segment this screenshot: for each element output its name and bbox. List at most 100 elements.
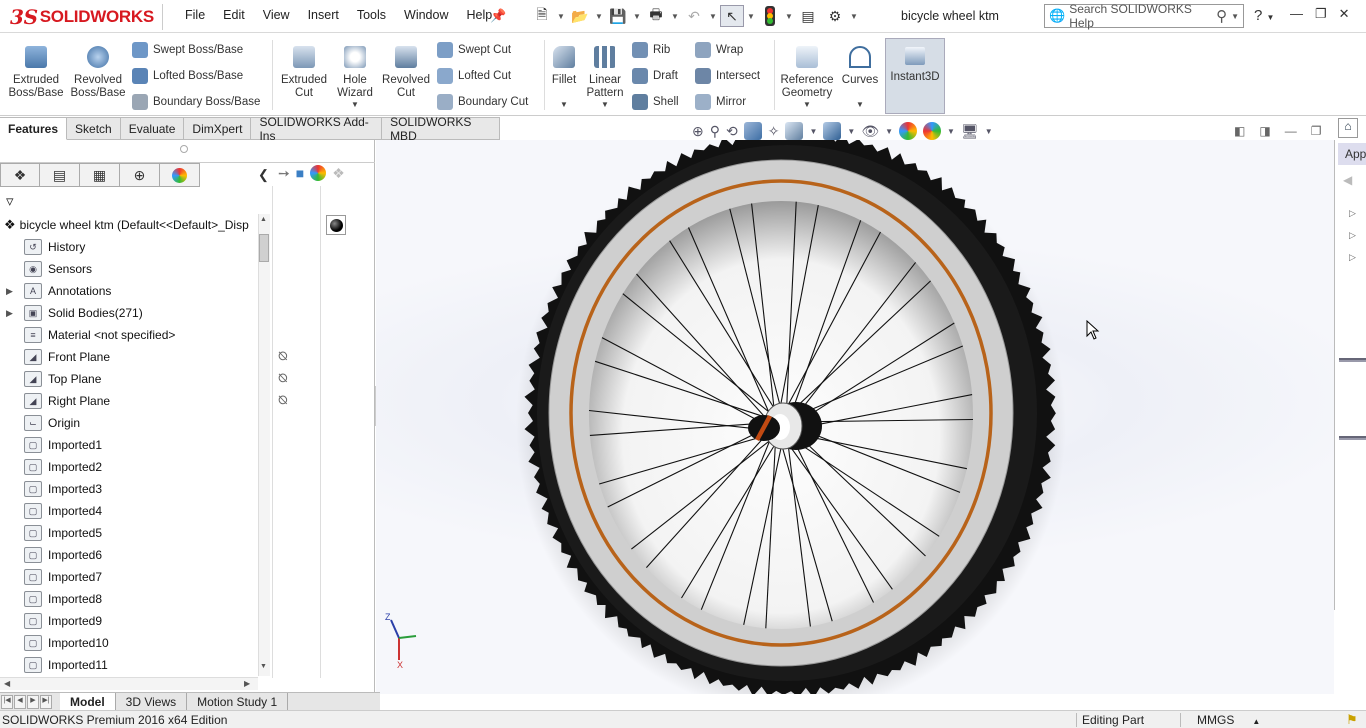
tree-item[interactable]: ▢ Imported9 xyxy=(0,610,258,632)
scroll-right-icon[interactable]: ▶ xyxy=(244,679,250,688)
fillet-button[interactable]: Fillet xyxy=(546,46,582,87)
tree-item[interactable]: ◢ Front Plane xyxy=(0,346,258,368)
search-scope-icon[interactable]: 🌐 xyxy=(1049,8,1065,24)
options-icon[interactable]: ⚙ xyxy=(823,5,847,27)
linear-pattern-button[interactable]: Linear Pattern xyxy=(584,46,626,100)
expand-arrow-icon[interactable]: ▷ xyxy=(1349,252,1356,263)
tree-horizontal-scrollbar[interactable]: ◀ ▶ xyxy=(0,677,258,690)
select-icon[interactable]: ↖ xyxy=(720,5,744,27)
reference-geometry-button[interactable]: Reference Geometry xyxy=(777,46,837,100)
tree-item[interactable]: ▢ Imported10 xyxy=(0,632,258,654)
menu-tools[interactable]: Tools xyxy=(348,8,395,22)
last-tab-icon[interactable]: ▶| xyxy=(40,694,52,709)
rib-button[interactable]: Rib xyxy=(632,40,670,60)
next-tab-icon[interactable]: ▶ xyxy=(27,694,39,709)
chevron-down-icon[interactable]: ▼ xyxy=(671,12,679,21)
dynamic-annotation-icon[interactable]: ✧ xyxy=(768,123,780,140)
menu-file[interactable]: File xyxy=(176,8,214,22)
file-properties-icon[interactable]: ▤ xyxy=(796,5,820,27)
bottom-tab-3d-views[interactable]: 3D Views xyxy=(116,693,188,710)
tree-item[interactable]: ◉ Sensors xyxy=(0,258,258,280)
curves-button[interactable]: Curves xyxy=(838,46,882,87)
search-icon[interactable]: ⚲ xyxy=(1216,7,1227,25)
chevron-down-icon[interactable]: ▼ xyxy=(847,127,855,136)
panel-grip-icon[interactable] xyxy=(180,145,188,153)
tree-item[interactable]: ◢ Top Plane xyxy=(0,368,258,390)
viewport-right-icon[interactable]: ◨ xyxy=(1259,124,1270,138)
expand-arrow-icon[interactable]: ▷ xyxy=(1349,230,1356,241)
chevron-down-icon[interactable]: ▼ xyxy=(947,127,955,136)
prev-tab-icon[interactable]: ◀ xyxy=(14,694,26,709)
feature-manager-tab[interactable]: ❖ xyxy=(0,163,40,187)
viewport-left-icon[interactable]: ◧ xyxy=(1234,124,1245,138)
chevron-down-icon[interactable]: ▼ xyxy=(785,12,793,21)
view-settings-icon[interactable]: 🖥 xyxy=(961,123,979,140)
revolved-boss-button[interactable]: Revolved Boss/Base xyxy=(68,46,128,100)
property-manager-tab[interactable]: ▤ xyxy=(40,163,80,187)
menu-insert[interactable]: Insert xyxy=(299,8,348,22)
tree-item[interactable]: ▢ Imported4 xyxy=(0,500,258,522)
chevron-down-icon[interactable]: ▼ xyxy=(595,12,603,21)
open-icon[interactable]: 📂 xyxy=(568,5,592,27)
draft-button[interactable]: Draft xyxy=(632,66,678,86)
search-input[interactable]: Search SOLIDWORKS Help xyxy=(1069,2,1212,30)
tab-features[interactable]: Features xyxy=(0,117,68,140)
expand-arrow-icon[interactable]: ▷ xyxy=(1349,208,1356,219)
menu-view[interactable]: View xyxy=(254,8,299,22)
edit-appearance-icon[interactable] xyxy=(899,122,918,140)
zoom-to-fit-icon[interactable]: ⊕ xyxy=(692,123,704,140)
tab-sketch[interactable]: Sketch xyxy=(67,117,121,140)
tree-item[interactable]: ▶ A Annotations xyxy=(0,280,258,302)
hidden-plane-icon[interactable]: ⦰ xyxy=(278,349,288,364)
tab-dimxpert[interactable]: DimXpert xyxy=(184,117,252,140)
tree-root-part[interactable]: ❖ bicycle wheel ktm (Default<<Default>_Di… xyxy=(0,214,258,236)
bottom-tab-model[interactable]: Model xyxy=(60,693,116,710)
tree-item[interactable]: ▶ ▣ Solid Bodies(271) xyxy=(0,302,258,324)
hidden-plane-icon[interactable]: ⦰ xyxy=(278,393,288,408)
bicycle-wheel-model[interactable] xyxy=(376,127,1334,714)
display-mode-icon[interactable]: ■ xyxy=(296,165,304,182)
back-icon[interactable]: ◀ xyxy=(1343,173,1352,187)
display-style-icon[interactable] xyxy=(823,122,842,140)
close-icon[interactable]: ✕ xyxy=(1339,6,1350,22)
viewport-minimize-icon[interactable]: — xyxy=(1285,124,1297,138)
tab-solidworks-mbd[interactable]: SOLIDWORKS MBD xyxy=(382,115,500,143)
tab-solidworks-add-ins[interactable]: SOLIDWORKS Add-Ins xyxy=(251,115,383,143)
dimxpert-manager-tab[interactable]: ⊕ xyxy=(120,163,160,187)
tag-icon[interactable]: ⚑ xyxy=(1346,712,1358,728)
pin-menu-icon[interactable]: 📌 xyxy=(490,8,506,24)
scrollbar-thumb[interactable] xyxy=(259,234,269,262)
tree-item[interactable]: ▢ Imported8 xyxy=(0,588,258,610)
bottom-tab-motion-study-1[interactable]: Motion Study 1 xyxy=(187,693,289,710)
hide-show-icon[interactable]: ➙ xyxy=(278,165,290,182)
search-help-field[interactable]: 🌐 Search SOLIDWORKS Help ⚲ ▼ xyxy=(1044,2,1244,30)
restore-icon[interactable]: ❐ xyxy=(1315,6,1327,22)
zoom-to-area-icon[interactable]: ⚲ xyxy=(710,123,720,140)
viewport-restore-icon[interactable]: ❐ xyxy=(1311,124,1322,138)
extruded-boss-button[interactable]: Extruded Boss/Base xyxy=(6,46,66,100)
chevron-down-icon[interactable]: ▼ xyxy=(985,127,993,136)
tree-item[interactable]: ⌙ Origin xyxy=(0,412,258,434)
boundary-cut-button[interactable]: Boundary Cut xyxy=(437,92,528,112)
scroll-down-icon[interactable]: ▼ xyxy=(260,663,267,670)
transparency-icon[interactable]: ❖ xyxy=(332,165,345,182)
first-tab-icon[interactable]: |◀ xyxy=(1,694,13,709)
tab-evaluate[interactable]: Evaluate xyxy=(120,117,185,140)
save-icon[interactable]: 💾 xyxy=(606,5,630,27)
graphics-area[interactable] xyxy=(376,127,1334,714)
rebuild-icon[interactable] xyxy=(758,5,782,27)
tree-item[interactable]: ▢ Imported2 xyxy=(0,456,258,478)
tree-item[interactable]: ▢ Imported1 xyxy=(0,434,258,456)
task-pane-grip[interactable] xyxy=(1339,358,1366,362)
menu-window[interactable]: Window xyxy=(395,8,457,22)
tree-item[interactable]: ◢ Right Plane xyxy=(0,390,258,412)
solidworks-logo[interactable]: 3S SOLIDWORKS xyxy=(10,4,163,30)
tree-item[interactable]: ▢ Imported6 xyxy=(0,544,258,566)
tree-item[interactable]: ▢ Imported7 xyxy=(0,566,258,588)
shell-button[interactable]: Shell xyxy=(632,92,679,112)
expand-arrow-icon[interactable]: ▶ xyxy=(6,286,16,297)
instant3d-button[interactable]: Instant3D xyxy=(885,38,945,114)
section-view-icon[interactable] xyxy=(743,122,762,140)
chevron-up-icon[interactable]: ▲ xyxy=(1252,717,1260,726)
scroll-up-icon[interactable]: ▲ xyxy=(260,216,267,223)
